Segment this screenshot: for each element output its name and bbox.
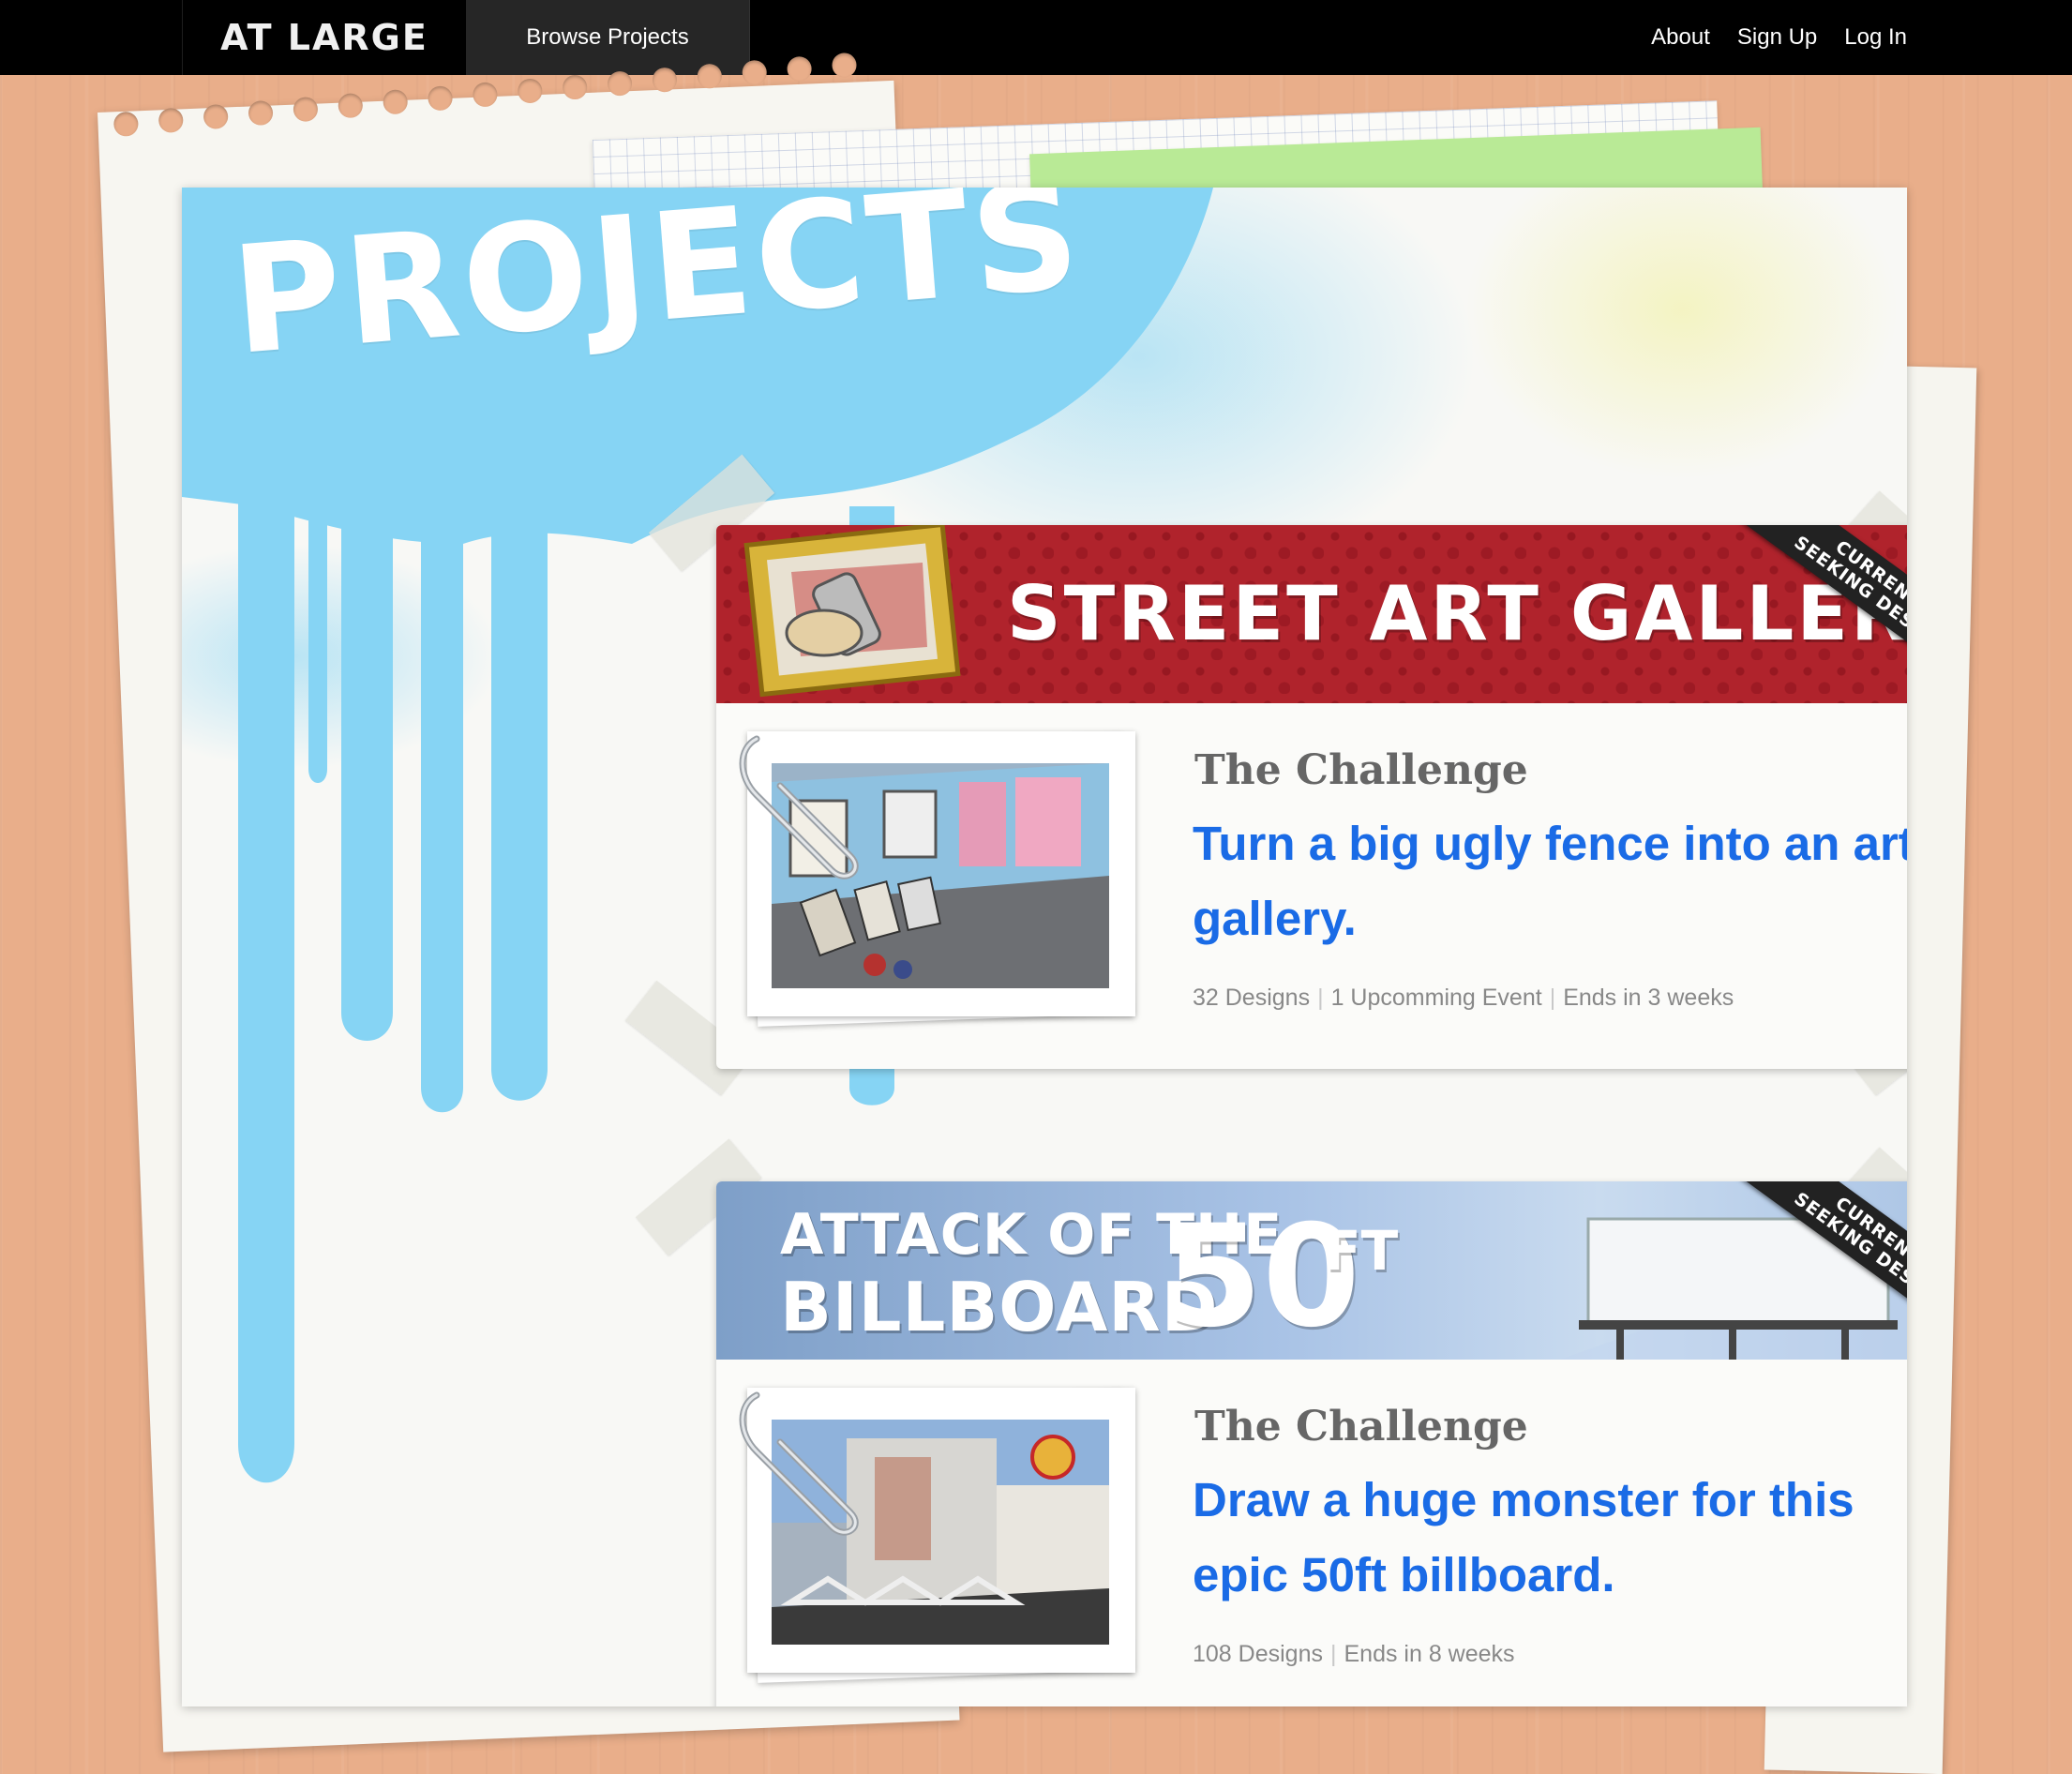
project-banner[interactable]: ATTACK OF THE BILLBOARD 50 FT CURRENTLY …: [716, 1181, 1907, 1360]
brand-logo[interactable]: AT LARGE: [182, 0, 467, 75]
events-count: 1 Upcomming Event: [1330, 985, 1542, 1011]
ends-in: Ends in 8 weeks: [1344, 1641, 1515, 1667]
project-card[interactable]: ATTACK OF THE BILLBOARD 50 FT CURRENTLY …: [716, 1181, 1907, 1706]
project-card[interactable]: STREET ART GALLERY CURRENTLY SEEKING DES…: [716, 525, 1907, 1069]
paperclip-icon: [739, 735, 859, 879]
paperclip-icon: [739, 1391, 859, 1536]
banner-title-line2: BILLBOARD: [780, 1268, 1219, 1346]
banner-title: STREET ART GALLERY: [1007, 570, 1907, 657]
stats-separator: |: [1317, 985, 1324, 1011]
nav-login-link[interactable]: Log In: [1844, 24, 1907, 51]
top-navbar: AT LARGE Browse Projects About Sign Up L…: [0, 0, 2072, 75]
project-photo-stack[interactable]: [739, 1386, 1141, 1695]
projects-sheet: PROJECTS STREET ART GALLERY CURRENTLY SE…: [182, 188, 1907, 1706]
nav-right-links: About Sign Up Log In: [1651, 0, 1907, 75]
project-banner[interactable]: STREET ART GALLERY CURRENTLY SEEKING DES…: [716, 525, 1907, 703]
challenge-label: The Challenge: [1194, 1403, 1528, 1451]
challenge-title-link[interactable]: Turn a big ugly fence into an art galler…: [1193, 806, 1907, 956]
project-stats: 108 Designs | Ends in 8 weeks: [1193, 1641, 1515, 1668]
challenge-label: The Challenge: [1194, 746, 1528, 794]
designs-count: 32 Designs: [1193, 985, 1311, 1011]
nav-about-link[interactable]: About: [1651, 24, 1710, 51]
ends-in: Ends in 3 weeks: [1563, 985, 1734, 1011]
project-photo-stack[interactable]: [739, 729, 1141, 1039]
stats-separator: |: [1549, 985, 1556, 1011]
challenge-title-link[interactable]: Draw a huge monster for this epic 50ft b…: [1193, 1463, 1907, 1613]
nav-signup-link[interactable]: Sign Up: [1737, 24, 1817, 51]
stats-separator: |: [1329, 1641, 1337, 1667]
designs-count: 108 Designs: [1193, 1641, 1323, 1667]
project-stats: 32 Designs | 1 Upcomming Event | Ends in…: [1193, 985, 1734, 1012]
banner-unit: FT: [1324, 1219, 1399, 1283]
spray-can-frame-icon: [743, 525, 961, 698]
